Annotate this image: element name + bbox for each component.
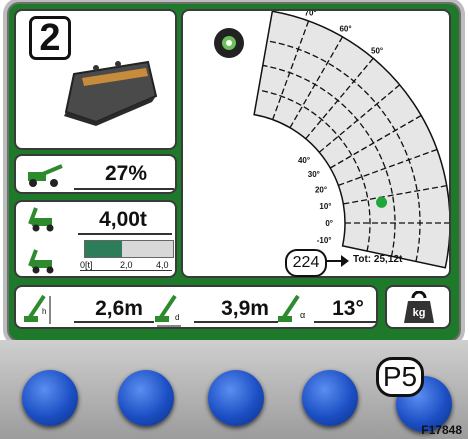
angle-tick-label: 30° [308,170,320,179]
total-text: Tot: 25,12t [353,254,403,265]
soft-button-4[interactable] [302,370,358,426]
angle-tick-label: 40° [298,156,310,165]
soft-button-2[interactable] [118,370,174,426]
display-screen: 2 27% 4,00t 0[t] 2,0 4,0 70° 60° 50° 40°… [9,4,459,340]
telehandler-icon [28,164,63,187]
distance-value: 3,9m [221,297,269,320]
soft-button-3[interactable] [208,370,264,426]
distance-underline [194,321,278,323]
soft-button-1[interactable] [22,370,78,426]
kg-label: kg [412,307,426,319]
current-position-marker [376,196,388,208]
angle-icon: α [278,294,305,322]
angle-tick-label: 60° [339,25,351,34]
load-scale-label-0: 0[t] [80,260,93,270]
angle-tick-label: -10° [317,236,332,245]
angle-underline [314,321,376,323]
load-bar-track [84,240,174,258]
unit-kg-button[interactable]: kg [385,285,451,329]
load-percent-underline [74,188,174,190]
distance-icon: d [155,294,181,327]
load-scale-label-1: 2,0 [120,260,133,270]
height-icon-label: h [42,307,46,316]
current-value-badge: 224 [285,249,327,277]
load-percent-value: 27% [104,162,148,185]
total-arrowhead-icon [341,255,349,267]
load-percent-panel: 27% [14,154,177,194]
load-weight-underline [78,233,172,235]
load-scale-label-2: 4,0 [156,260,169,270]
load-bar-fill [85,241,122,257]
load-chart: 80°70°60°50°40°30°20°10°0°-10° [253,11,449,269]
attachment-panel: 2 [14,9,177,150]
angle-tick-label: 10° [319,202,331,211]
tool-number-badge: 2 [29,16,71,60]
height-value: 2,6m [95,297,143,320]
readout-panel: h 2,6m d 3,9m α 13° [14,285,378,329]
distance-icon-label: d [175,313,179,322]
load-weight-panel: 4,00t 0[t] 2,0 4,0 [14,200,177,278]
page-p5-label: P5 [376,357,424,397]
height-underline [74,321,154,323]
telehandler-load-icon [28,207,54,232]
angle-tick-label: 70° [305,11,317,17]
angle-tick-label: 0° [325,219,333,228]
bucket-icon [64,60,158,126]
load-weight-value: 4,00t [99,208,147,231]
angle-tick-label: 50° [371,47,383,56]
load-scale-line [80,270,172,271]
angle-icon-label: α [300,310,305,320]
telehandler-scale-icon [28,249,54,274]
angle-tick-label: 20° [315,185,327,194]
angle-value: 13° [332,297,364,320]
figure-code: F17848 [421,423,462,437]
height-icon: h [24,294,51,324]
load-chart-panel: 80°70°60°50°40°30°20°10°0°-10° 224 Tot: … [181,9,451,278]
